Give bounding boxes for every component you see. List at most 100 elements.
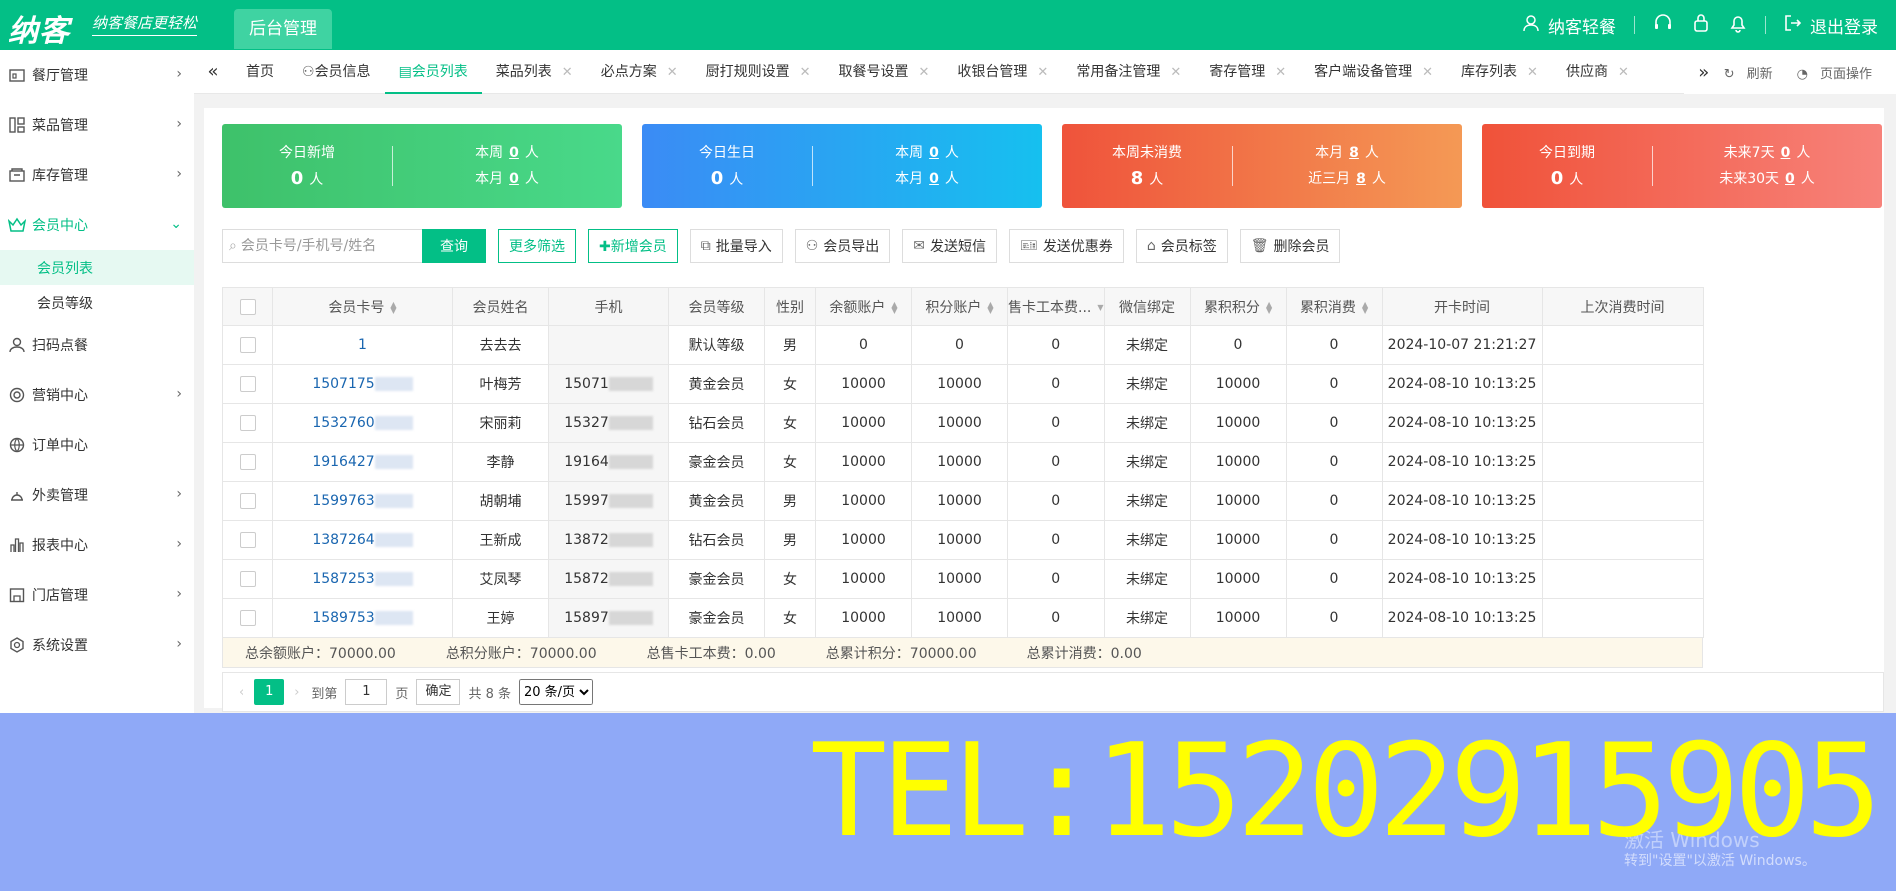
sidebar-subitem-member-level[interactable]: 会员等级	[0, 285, 194, 320]
table-row[interactable]: 1507175 叶梅芳 15071 黄金会员女 10000 10000 0 未绑定 10000 0…	[222, 364, 1704, 404]
sms-button[interactable]: ✉ 发送短信	[902, 229, 998, 263]
select-all-checkbox[interactable]	[222, 287, 273, 326]
tab-home[interactable]: 首页	[232, 50, 288, 94]
refresh-button[interactable]: ↻ 刷新	[1724, 63, 1785, 82]
export-button[interactable]: ⚇ 会员导出	[794, 229, 891, 263]
sidebar-item-scan-order[interactable]: 扫码点餐	[0, 320, 194, 370]
search-input[interactable]	[240, 238, 411, 254]
col-balance[interactable]: 余额账户 ▲ ▼	[815, 287, 912, 326]
delete-button[interactable]: 🗑︎ 删除会员	[1239, 229, 1341, 263]
tab-cashier[interactable]: 收银台管理 ✕	[943, 50, 1062, 94]
close-icon[interactable]: ✕	[667, 65, 678, 80]
table-row[interactable]: 1916427 李静 19164 豪金会员女 10000 10000 0 未绑定 10000 0 2…	[222, 442, 1704, 482]
close-icon[interactable]: ✕	[1422, 65, 1433, 80]
row-checkbox[interactable]	[222, 364, 273, 404]
sort-icon[interactable]: ▲ ▼	[1362, 300, 1368, 314]
page-size-select[interactable]: 20 条/页	[519, 679, 593, 705]
page-ops-button[interactable]: ◔ 页面操作	[1797, 63, 1884, 82]
sidebar-item-settings[interactable]: 系统设置 ›	[0, 620, 194, 670]
sort-icon[interactable]: ▲ ▼	[1266, 300, 1272, 314]
logout-button[interactable]: 退出登录	[1810, 13, 1878, 38]
batch-import-button[interactable]: ⧉ 批量导入	[689, 229, 783, 263]
row-checkbox[interactable]	[222, 520, 273, 560]
close-icon[interactable]: ✕	[919, 65, 930, 80]
row-checkbox[interactable]	[222, 559, 273, 599]
tab-kitchen-print-rules[interactable]: 厨打规则设置 ✕	[692, 50, 825, 94]
tabs-scroll-left-icon[interactable]: «	[194, 50, 232, 94]
sidebar-item-delivery[interactable]: 外卖管理 ›	[0, 470, 194, 520]
row-checkbox[interactable]	[222, 442, 273, 482]
sidebar-item-orders[interactable]: 订单中心	[0, 420, 194, 470]
col-card-fee[interactable]: 售卡工本费... ▼	[1007, 287, 1105, 326]
more-filter-button[interactable]: 更多筛选	[498, 229, 576, 263]
bell-icon[interactable]	[1729, 13, 1747, 38]
col-total-points[interactable]: 累积积分 ▲ ▼	[1189, 287, 1287, 326]
row-checkbox[interactable]	[222, 325, 273, 365]
sidebar-item-restaurant[interactable]: 餐厅管理 ›	[0, 50, 194, 100]
tab-storage[interactable]: 寄存管理 ✕	[1195, 50, 1300, 94]
tab-required-plan[interactable]: 必点方案 ✕	[587, 50, 692, 94]
next-page-icon[interactable]: ›	[294, 685, 299, 700]
member-card-link[interactable]: 1	[272, 325, 453, 365]
tab-dish-list[interactable]: 菜品列表 ✕	[482, 50, 587, 94]
table-row[interactable]: 1589753 王婷 15897 豪金会员女 10000 10000 0 未绑定 10000 0 2…	[222, 598, 1704, 638]
sidebar-subitem-member-list[interactable]: 会员列表	[0, 250, 194, 285]
row-checkbox[interactable]	[222, 598, 273, 638]
headset-icon[interactable]	[1653, 13, 1673, 38]
sidebar-item-reports[interactable]: 报表中心 ›	[0, 520, 194, 570]
prev-page-icon[interactable]: ‹	[239, 685, 244, 700]
table-row[interactable]: 1587253 艾凤琴 15872 豪金会员女 10000 10000 0 未绑定 10000 0…	[222, 559, 1704, 599]
sidebar-item-stores[interactable]: 门店管理 ›	[0, 570, 194, 620]
member-card-link[interactable]: 1387264	[272, 520, 453, 560]
tabs-scroll-right-icon[interactable]: »	[1684, 62, 1724, 83]
table-row[interactable]: 1 去去去 默认等级男 0 0 0 未绑定 0 0 2024-10-07 21:21:27	[222, 325, 1704, 365]
sort-icon[interactable]: ▼	[1097, 303, 1103, 311]
member-card-link[interactable]: 1507175	[272, 364, 453, 404]
tab-inventory-list[interactable]: 库存列表 ✕	[1447, 50, 1552, 94]
member-card-link[interactable]: 1589753	[272, 598, 453, 638]
close-icon[interactable]: ✕	[1170, 65, 1181, 80]
sidebar-item-marketing[interactable]: 营销中心 ›	[0, 370, 194, 420]
sidebar-item-dishes[interactable]: 菜品管理 ›	[0, 100, 194, 150]
admin-tab[interactable]: 后台管理	[234, 9, 332, 49]
sidebar-item-member-center[interactable]: 会员中心 ⌄	[0, 200, 194, 250]
close-icon[interactable]: ✕	[1037, 65, 1048, 80]
tab-supplier[interactable]: 供应商 ✕	[1552, 50, 1643, 94]
member-card-link[interactable]: 1599763	[272, 481, 453, 521]
query-button[interactable]: 查询	[422, 229, 486, 263]
col-total-consume[interactable]: 累积消费 ▲ ▼	[1285, 287, 1383, 326]
tags-button[interactable]: ⌂ 会员标签	[1135, 229, 1228, 263]
page-input[interactable]: 1	[345, 679, 388, 705]
member-card-link[interactable]: 1532760	[272, 403, 453, 443]
tab-member-list[interactable]: ▤会员列表	[384, 50, 482, 94]
member-card-link[interactable]: 1587253	[272, 559, 453, 599]
close-icon[interactable]: ✕	[800, 65, 811, 80]
close-icon[interactable]: ✕	[1527, 65, 1538, 80]
row-checkbox[interactable]	[222, 481, 273, 521]
add-member-button[interactable]: ✚新增会员	[588, 229, 678, 263]
sort-icon[interactable]: ▲ ▼	[891, 300, 897, 314]
table-row[interactable]: 1387264 王新成 13872 钻石会员男 10000 10000 0 未绑定 10000 0…	[222, 520, 1704, 560]
user-name[interactable]: 纳客轻餐	[1548, 13, 1616, 38]
tab-client-devices[interactable]: 客户端设备管理 ✕	[1300, 50, 1447, 94]
sort-icon[interactable]: ▲ ▼	[390, 300, 396, 314]
col-points[interactable]: 积分账户 ▲ ▼	[911, 287, 1008, 326]
page-1-button[interactable]: 1	[254, 679, 285, 705]
col-card-no[interactable]: 会员卡号 ▲ ▼	[272, 287, 453, 326]
member-card-link[interactable]: 1916427	[272, 442, 453, 482]
close-icon[interactable]: ✕	[1618, 65, 1629, 80]
logout-icon[interactable]	[1784, 14, 1802, 37]
sidebar-item-inventory[interactable]: 库存管理 ›	[0, 150, 194, 200]
tab-common-notes[interactable]: 常用备注管理 ✕	[1062, 50, 1195, 94]
table-row[interactable]: 1532760 宋丽莉 15327 钻石会员女 10000 10000 0 未绑定 10000 0…	[222, 403, 1704, 443]
sort-icon[interactable]: ▲ ▼	[987, 300, 993, 314]
tab-pickup-number[interactable]: 取餐号设置 ✕	[825, 50, 944, 94]
close-icon[interactable]: ✕	[1275, 65, 1286, 80]
close-icon[interactable]: ✕	[562, 65, 573, 80]
tab-member-info[interactable]: ⚇会员信息	[288, 50, 385, 94]
coupon-button[interactable]: 🎫︎ 发送优惠券	[1009, 229, 1124, 263]
table-row[interactable]: 1599763 胡朝埔 15997 黄金会员男 10000 10000 0 未绑定 10000 0…	[222, 481, 1704, 521]
goto-confirm-button[interactable]: 确定	[416, 679, 461, 705]
lock-icon[interactable]	[1693, 13, 1709, 38]
row-checkbox[interactable]	[222, 403, 273, 443]
